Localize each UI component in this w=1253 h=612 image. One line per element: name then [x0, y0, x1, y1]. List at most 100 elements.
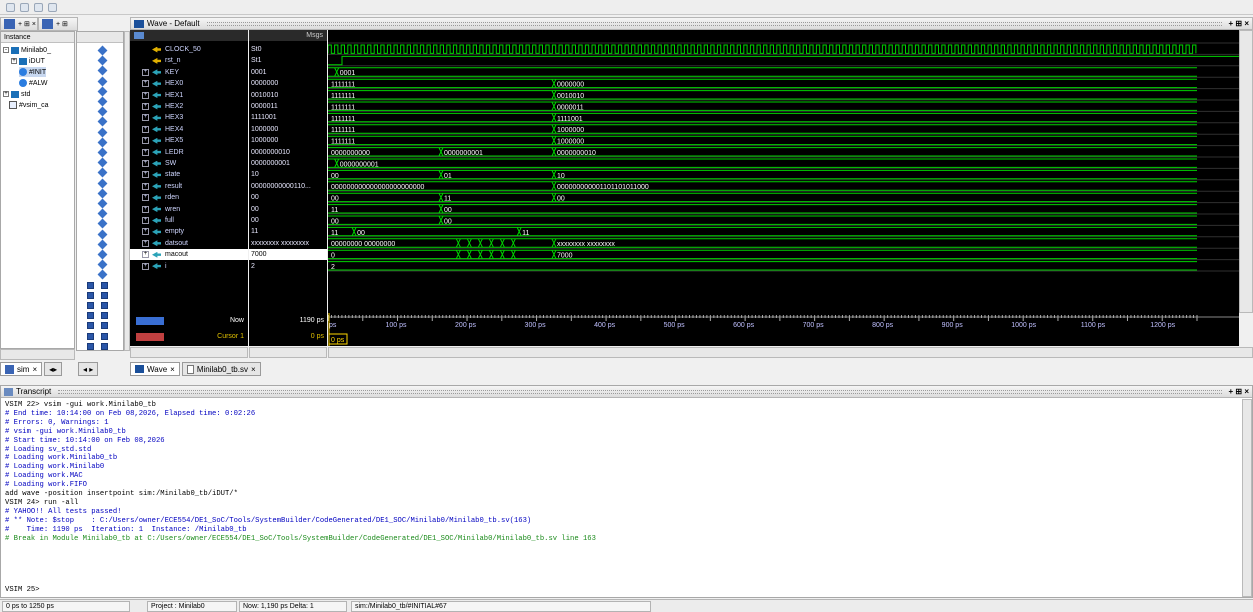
expand-icon[interactable]: + [142, 205, 149, 213]
transition-mark [466, 238, 472, 248]
expand-icon[interactable]: + [142, 114, 149, 122]
wave-value-label: 0000011 [557, 104, 584, 111]
window-buttons[interactable]: + ⊞ × [1229, 387, 1253, 396]
window-buttons[interactable]: + ⊞ × [1229, 19, 1253, 28]
tab-sim[interactable]: sim × [0, 362, 43, 376]
transition-mark [551, 113, 557, 123]
tree-item-always[interactable]: #ALW [19, 78, 48, 88]
toolbar-icon[interactable] [34, 3, 43, 12]
signal-row[interactable]: + state [130, 169, 248, 180]
signal-icon [97, 249, 108, 260]
transition-mark [551, 90, 557, 100]
bus-icon [152, 206, 161, 213]
signal-row[interactable]: + HEX5 [130, 135, 248, 146]
signal-row[interactable]: + HEX1 [130, 90, 248, 101]
signal-row[interactable]: + result [130, 181, 248, 192]
expand-icon[interactable]: + [142, 194, 149, 202]
signal-row[interactable]: + HEX0 [130, 78, 248, 89]
signal-value: 00000000000110... [251, 182, 311, 190]
expand-icon[interactable]: + [142, 80, 149, 88]
signal-row[interactable]: + datsout [130, 238, 248, 249]
search-icon[interactable] [134, 32, 144, 39]
tab-wave[interactable]: Wave × [130, 362, 180, 376]
port-icon [101, 342, 108, 350]
expand-icon[interactable]: + [142, 228, 149, 236]
expand-icon[interactable]: + [142, 137, 149, 145]
transition-mark [551, 135, 557, 145]
expand-icon[interactable]: + [142, 68, 149, 76]
expand-icon[interactable] [142, 46, 149, 53]
signal-row[interactable]: + empty [130, 226, 248, 237]
signal-value: 00 [251, 217, 259, 224]
wave-value-label: xxxxxxxx xxxxxxxx [557, 241, 615, 248]
tree-item-minilab0[interactable]: - Minilab0_ [3, 45, 51, 55]
tree-item-init[interactable]: #INIT [19, 67, 47, 77]
tree-item-vsim-ca[interactable]: #vsim_ca [9, 100, 49, 110]
close-icon[interactable]: × [32, 365, 37, 374]
transcript-icon [4, 387, 13, 396]
wave-vscrollbar[interactable] [1239, 30, 1253, 313]
toolbar-icon[interactable] [48, 3, 57, 12]
cursor-tools-icon[interactable] [136, 333, 164, 341]
expand-icon[interactable] [142, 57, 149, 64]
close-icon[interactable]: × [170, 365, 175, 374]
signal-row[interactable]: + SW [130, 158, 248, 169]
module-icon [19, 57, 27, 65]
expand-icon[interactable]: + [11, 58, 17, 64]
signal-icon [97, 157, 108, 168]
tab-arrows[interactable]: ◂▸ [44, 362, 63, 376]
transcript-vscrollbar[interactable] [1242, 399, 1252, 597]
timeline[interactable]: ps 100 ps 200 ps 300 ps 400 ps 500 ps 600 ps 70… [327, 313, 1239, 346]
signal-row[interactable]: + rden [130, 192, 248, 203]
signal-icon [97, 167, 108, 178]
transition-mark [477, 238, 483, 248]
signal-name: LEDR [165, 148, 184, 156]
transition-mark [477, 249, 483, 259]
expand-icon[interactable]: + [142, 217, 149, 224]
signal-row[interactable]: + macout [130, 249, 248, 261]
signal-row[interactable]: + wren [130, 204, 248, 215]
signal-row[interactable]: CLOCK_50 [130, 44, 248, 55]
signal-row[interactable]: + KEY [130, 67, 248, 78]
tab-source-file[interactable]: Minilab0_tb.sv × [181, 362, 261, 376]
objects-tab-arrows[interactable]: ◂ ▸ [78, 362, 99, 376]
tree-item-std[interactable]: + std [3, 89, 30, 99]
expand-icon[interactable]: + [142, 239, 149, 247]
instance-hscrollbar[interactable] [0, 349, 75, 360]
expand-icon[interactable]: + [3, 91, 9, 97]
expand-icon[interactable]: + [142, 160, 149, 167]
tree-item-idut[interactable]: + iDUT [11, 56, 45, 66]
expand-icon[interactable]: + [142, 125, 149, 133]
close-icon[interactable]: × [251, 365, 256, 374]
expand-icon[interactable]: + [142, 103, 149, 110]
transcript-line: # YAHOO!! All tests passed! [5, 507, 122, 516]
signal-row[interactable]: + i [130, 261, 248, 272]
expand-icon[interactable]: + [142, 182, 149, 190]
expand-icon[interactable]: + [142, 91, 149, 99]
signal-value: 11 [251, 228, 259, 236]
expand-icon[interactable]: + [142, 148, 149, 156]
names-hscrollbar[interactable] [130, 347, 248, 358]
cursor-tools-icon[interactable] [136, 317, 164, 325]
wave-value-label: 11 [444, 196, 451, 203]
signal-row[interactable]: + LEDR [130, 147, 248, 158]
signal-row[interactable]: + HEX4 [130, 124, 248, 135]
signal-row[interactable]: + HEX2 [130, 101, 248, 112]
signal-row[interactable]: + full [130, 215, 248, 226]
toolbar-icon[interactable] [20, 3, 29, 12]
expand-icon[interactable]: + [142, 262, 149, 270]
signal-value: 00 [251, 205, 259, 213]
waveform-pane[interactable]: 0001 1111111 0000000 1111111 0010010 1111111 0… [327, 30, 1239, 313]
signal-value: St1 [251, 57, 262, 65]
expand-icon[interactable]: + [142, 251, 149, 259]
expand-icon[interactable]: + [142, 171, 149, 179]
wave-hscrollbar[interactable] [328, 347, 1253, 358]
collapse-icon[interactable]: - [3, 47, 9, 53]
sim-panel-header: + ⊞ × [0, 17, 38, 31]
toolbar-icon[interactable] [6, 3, 15, 12]
status-bar: 0 ps to 1250 ps Project : Minilab0 Now: … [0, 599, 1253, 612]
transcript-prompt[interactable]: VSIM 25> [5, 586, 40, 595]
values-hscrollbar[interactable] [249, 347, 327, 358]
signal-row[interactable]: rst_n [130, 55, 248, 66]
signal-row[interactable]: + HEX3 [130, 112, 248, 123]
